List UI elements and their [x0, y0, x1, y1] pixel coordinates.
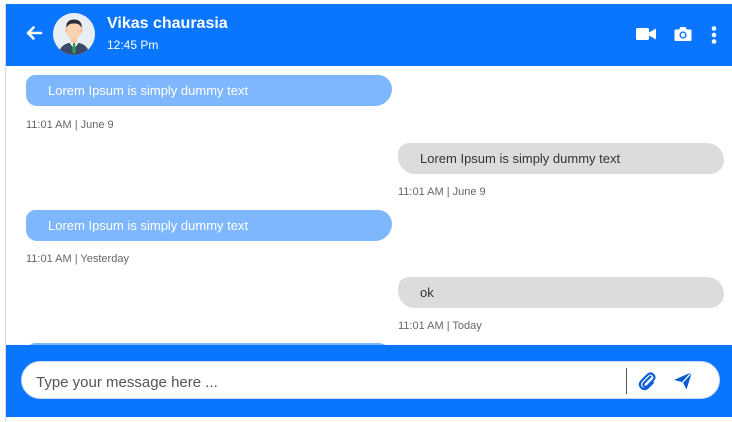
- message-timestamp: 11:01 AM | Yesterday: [26, 253, 129, 265]
- composer-bar: [6, 345, 732, 417]
- contact-last-seen: 12:45 Pm: [107, 38, 159, 52]
- send-icon[interactable]: [673, 371, 693, 396]
- outgoing-message-bubble: Lorem Ipsum is simply dummy text: [398, 143, 724, 174]
- chat-header: Vikas chaurasia 12:45 Pm: [6, 4, 732, 66]
- message-timestamp: 11:01 AM | June 9: [26, 119, 114, 131]
- avatar[interactable]: [53, 13, 95, 55]
- contact-name: Vikas chaurasia: [107, 15, 228, 32]
- message-timestamp: 11:01 AM | June 9: [398, 186, 486, 198]
- video-camera-icon[interactable]: [636, 27, 656, 46]
- back-arrow-icon[interactable]: [24, 23, 44, 43]
- incoming-message-bubble: Lorem Ipsum is simply dummy text: [26, 75, 392, 106]
- camera-icon[interactable]: [674, 26, 692, 47]
- paperclip-icon[interactable]: [638, 371, 656, 396]
- message-input-container: [21, 361, 720, 399]
- message-input[interactable]: [34, 370, 628, 394]
- chat-window: Vikas chaurasia 12:45 Pm Lorem Ipsum is …: [5, 4, 732, 422]
- incoming-message-bubble: Lorem Ipsum is simply dummy text: [26, 210, 392, 241]
- input-divider: [626, 368, 627, 394]
- message-list[interactable]: Lorem Ipsum is simply dummy text 11:01 A…: [6, 66, 732, 345]
- outgoing-message-bubble: ok: [398, 277, 724, 308]
- more-vertical-icon[interactable]: [711, 26, 717, 49]
- message-timestamp: 11:01 AM | Today: [398, 320, 482, 332]
